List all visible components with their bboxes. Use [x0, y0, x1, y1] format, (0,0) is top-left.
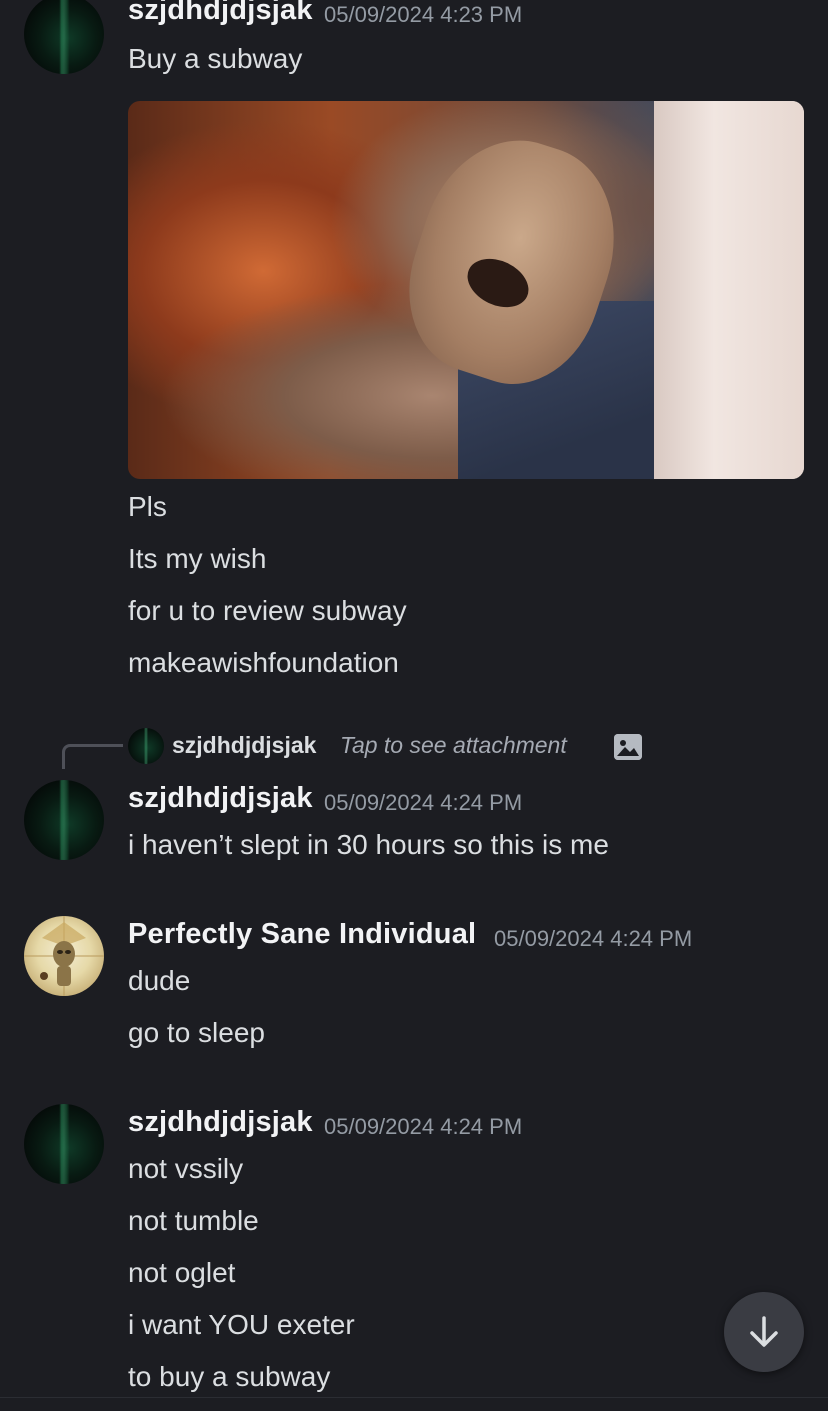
reply-preview-text: Tap to see attachment	[340, 732, 567, 758]
avatar-illustration	[24, 916, 104, 996]
author-name[interactable]: Perfectly Sane Individual	[128, 918, 476, 951]
message-text: makeawishfoundation	[128, 647, 399, 678]
message-text: go to sleep	[128, 1017, 265, 1048]
message-text: dude	[128, 965, 191, 996]
message-timestamp: 05/09/2024 4:24 PM	[494, 926, 693, 951]
user-avatar[interactable]	[24, 916, 104, 996]
message-text: to buy a subway	[128, 1361, 331, 1392]
arrow-down-icon	[750, 1316, 778, 1347]
attachment-detail	[654, 101, 804, 479]
message-text: Its my wish	[128, 543, 267, 574]
image-attachment[interactable]	[128, 101, 804, 479]
image-icon	[614, 734, 642, 760]
author-name[interactable]: szjdhdjdjsjak	[128, 782, 313, 815]
message-timestamp: 05/09/2024 4:23 PM	[324, 2, 523, 27]
message-text: i want YOU exeter	[128, 1309, 355, 1340]
user-avatar[interactable]	[24, 0, 104, 74]
divider	[0, 1397, 828, 1398]
message-text: i haven’t slept in 30 hours so this is m…	[128, 829, 609, 860]
author-name[interactable]: szjdhdjdjsjak	[128, 1106, 313, 1139]
message-text: not vssily	[128, 1153, 244, 1184]
reply-author: szjdhdjdjsjak	[172, 732, 317, 758]
user-avatar[interactable]	[24, 780, 104, 860]
reply-reference[interactable]: szjdhdjdjsjak Tap to see attachment	[0, 728, 828, 769]
reply-connector	[62, 744, 123, 769]
reply-avatar	[128, 728, 164, 764]
author-name[interactable]: szjdhdjdjsjak	[128, 0, 313, 27]
message-text: not oglet	[128, 1257, 236, 1288]
message-text: not tumble	[128, 1205, 259, 1236]
message-text: for u to review subway	[128, 595, 407, 626]
message-text: Buy a subway	[128, 43, 303, 74]
message-timestamp: 05/09/2024 4:24 PM	[324, 1114, 523, 1139]
user-avatar[interactable]	[24, 1104, 104, 1184]
message-text: Pls	[128, 491, 167, 522]
message-timestamp: 05/09/2024 4:24 PM	[324, 790, 523, 815]
jump-to-present-button[interactable]	[724, 1292, 804, 1372]
